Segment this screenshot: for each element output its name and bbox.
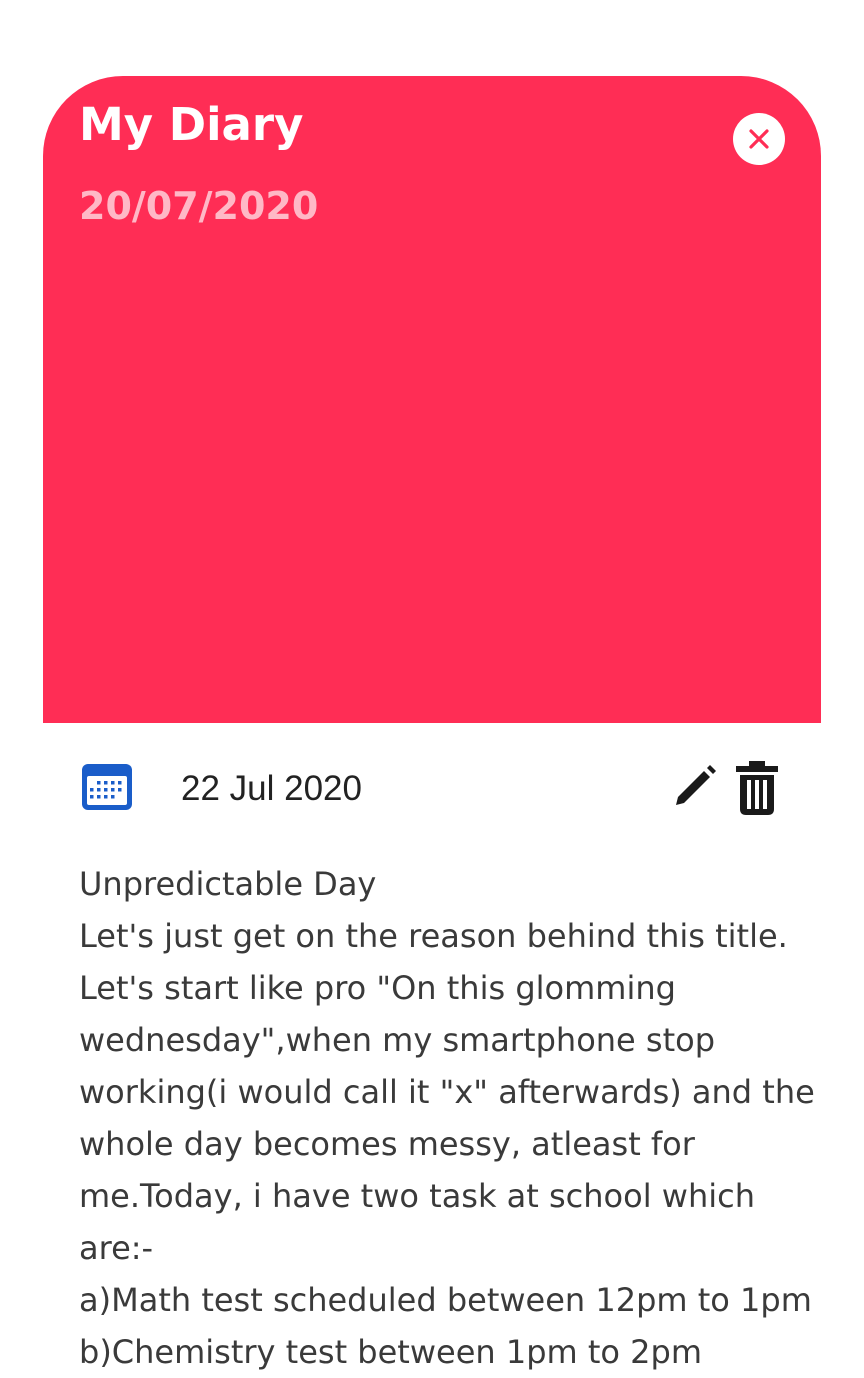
calendar-icon [82, 764, 132, 810]
delete-button[interactable] [734, 759, 780, 821]
entry-line: b)Chemistry test between 1pm to 2pm [79, 1333, 702, 1371]
entry-line: a)Math test scheduled between 12pm to 1p… [79, 1281, 812, 1319]
diary-header-card: My Diary 20/07/2020 [43, 76, 821, 723]
entry-line: wednesday",when my smartphone stop [79, 1021, 716, 1059]
pencil-icon [676, 765, 716, 805]
close-button[interactable] [733, 113, 785, 165]
entry-line: are:- [79, 1229, 154, 1267]
entry-line: working(i would call it "x" afterwards) … [79, 1073, 815, 1111]
trash-icon [736, 761, 778, 815]
edit-button[interactable] [672, 763, 718, 813]
close-icon [749, 129, 769, 149]
diary-date: 20/07/2020 [79, 184, 319, 228]
entry-date: 22 Jul 2020 [181, 769, 362, 808]
entry-line: Let's start like pro "On this glomming [79, 969, 676, 1007]
entry-line: whole day becomes messy, atleast for [79, 1125, 695, 1163]
entry-body: Unpredictable Day Let's just get on the … [79, 858, 815, 1378]
entry-line: Let's just get on the reason behind this… [79, 917, 788, 955]
diary-title: My Diary [79, 98, 304, 151]
entry-meta-row: 22 Jul 2020 [0, 755, 864, 825]
entry-line: Unpredictable Day [79, 865, 377, 903]
entry-line: me.Today, i have two task at school whic… [79, 1177, 755, 1215]
